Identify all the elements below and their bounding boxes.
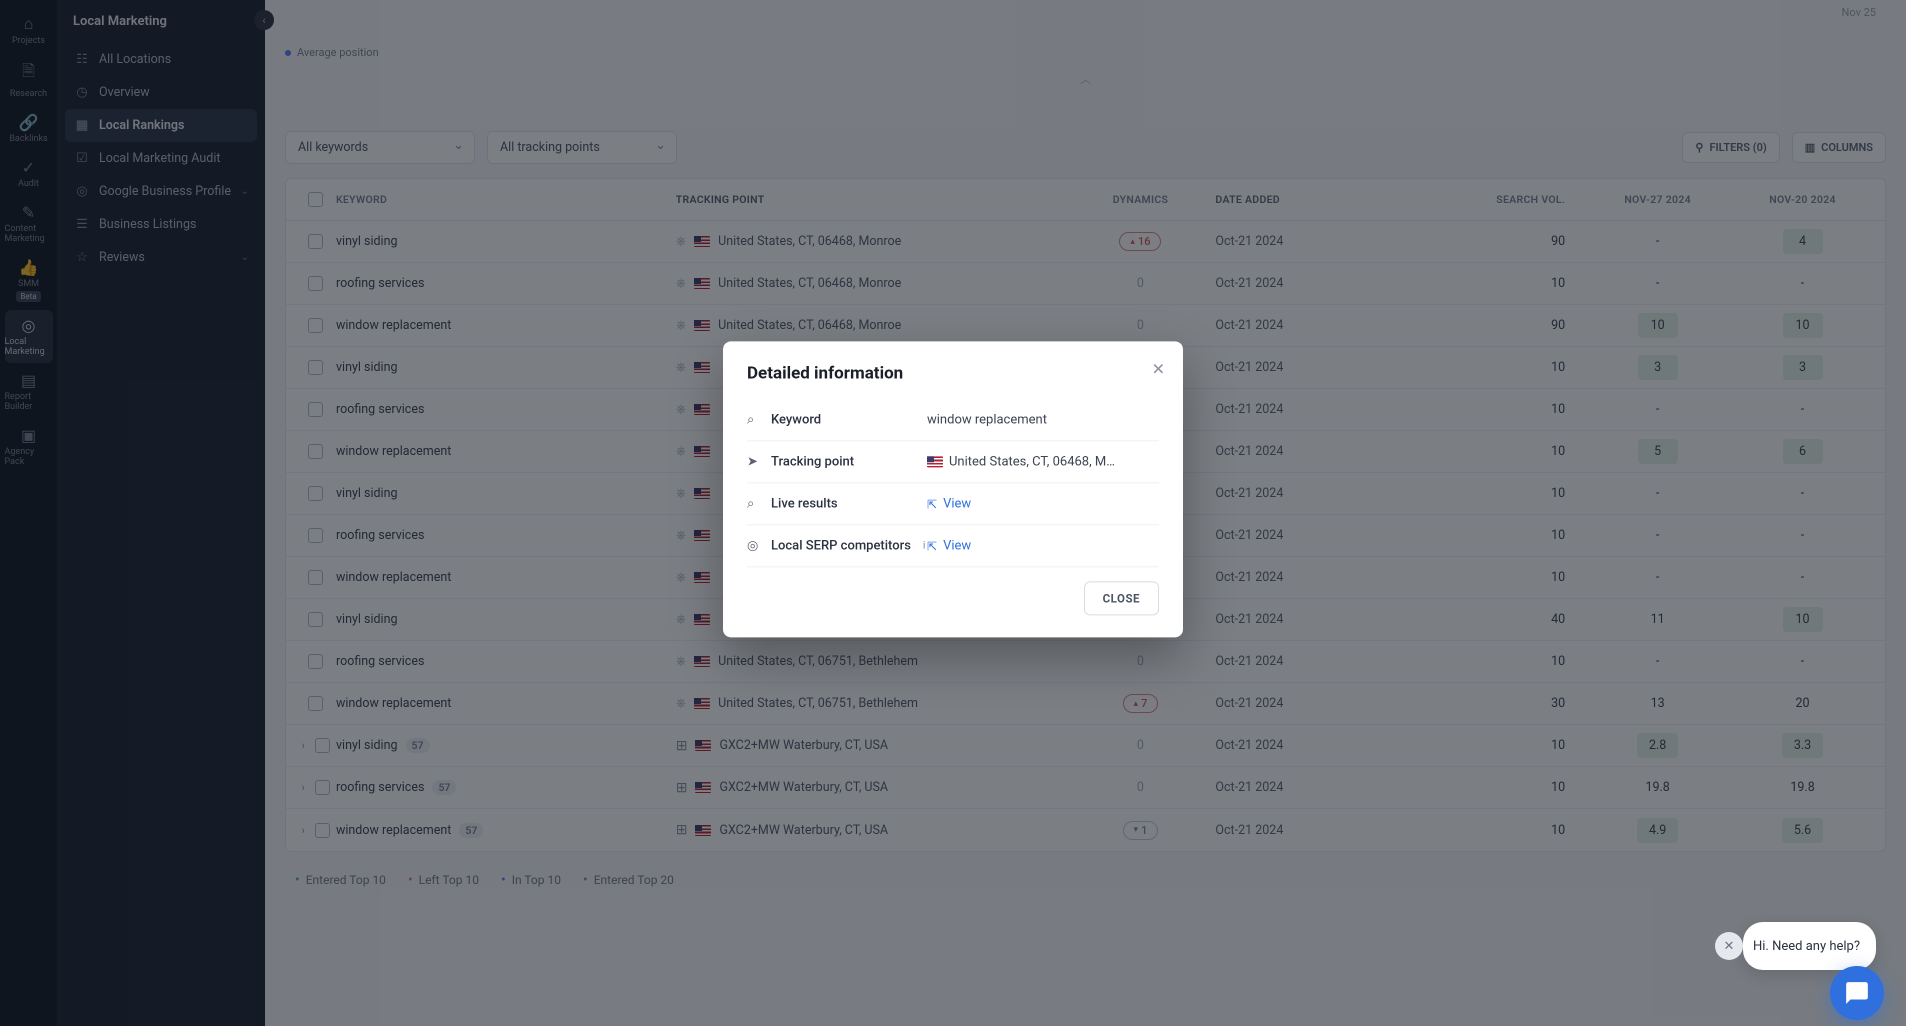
us-flag-icon [927,456,943,467]
modal-row-live-results: ⌕Live results ⇱View [747,483,1159,525]
modal-title: Detailed information [747,363,1159,383]
serp-competitors-link[interactable]: View [943,538,971,553]
info-sup-icon[interactable]: i [923,540,926,551]
help-text: Hi. Need any help? [1753,939,1860,954]
help-dismiss-button[interactable]: ✕ [1715,932,1743,960]
detailed-info-modal: ✕ Detailed information ⌕Keyword window r… [723,341,1183,637]
modal-close-x[interactable]: ✕ [1148,355,1169,382]
live-results-link[interactable]: View [943,496,971,511]
modal-keyword-value: window replacement [927,412,1159,427]
modal-row-keyword: ⌕Keyword window replacement [747,399,1159,441]
chat-launcher-button[interactable] [1830,966,1884,1020]
modal-tracking-value: United States, CT, 06468, M… [927,454,1159,469]
chat-icon [1844,980,1870,1006]
map-pin-icon: ◎ [747,538,761,553]
location-arrow-icon: ➤ [747,454,761,469]
modal-close-button[interactable]: CLOSE [1084,581,1159,615]
key-icon: ⌕ [747,412,761,427]
external-link-icon: ⇱ [927,539,937,553]
modal-row-serp-competitors: ◎Local SERP competitorsi ⇱View [747,525,1159,567]
search-icon: ⌕ [747,496,761,511]
help-bubble[interactable]: ✕ Hi. Need any help? [1743,922,1876,970]
modal-row-tracking: ➤Tracking point United States, CT, 06468… [747,441,1159,483]
external-link-icon: ⇱ [927,497,937,511]
